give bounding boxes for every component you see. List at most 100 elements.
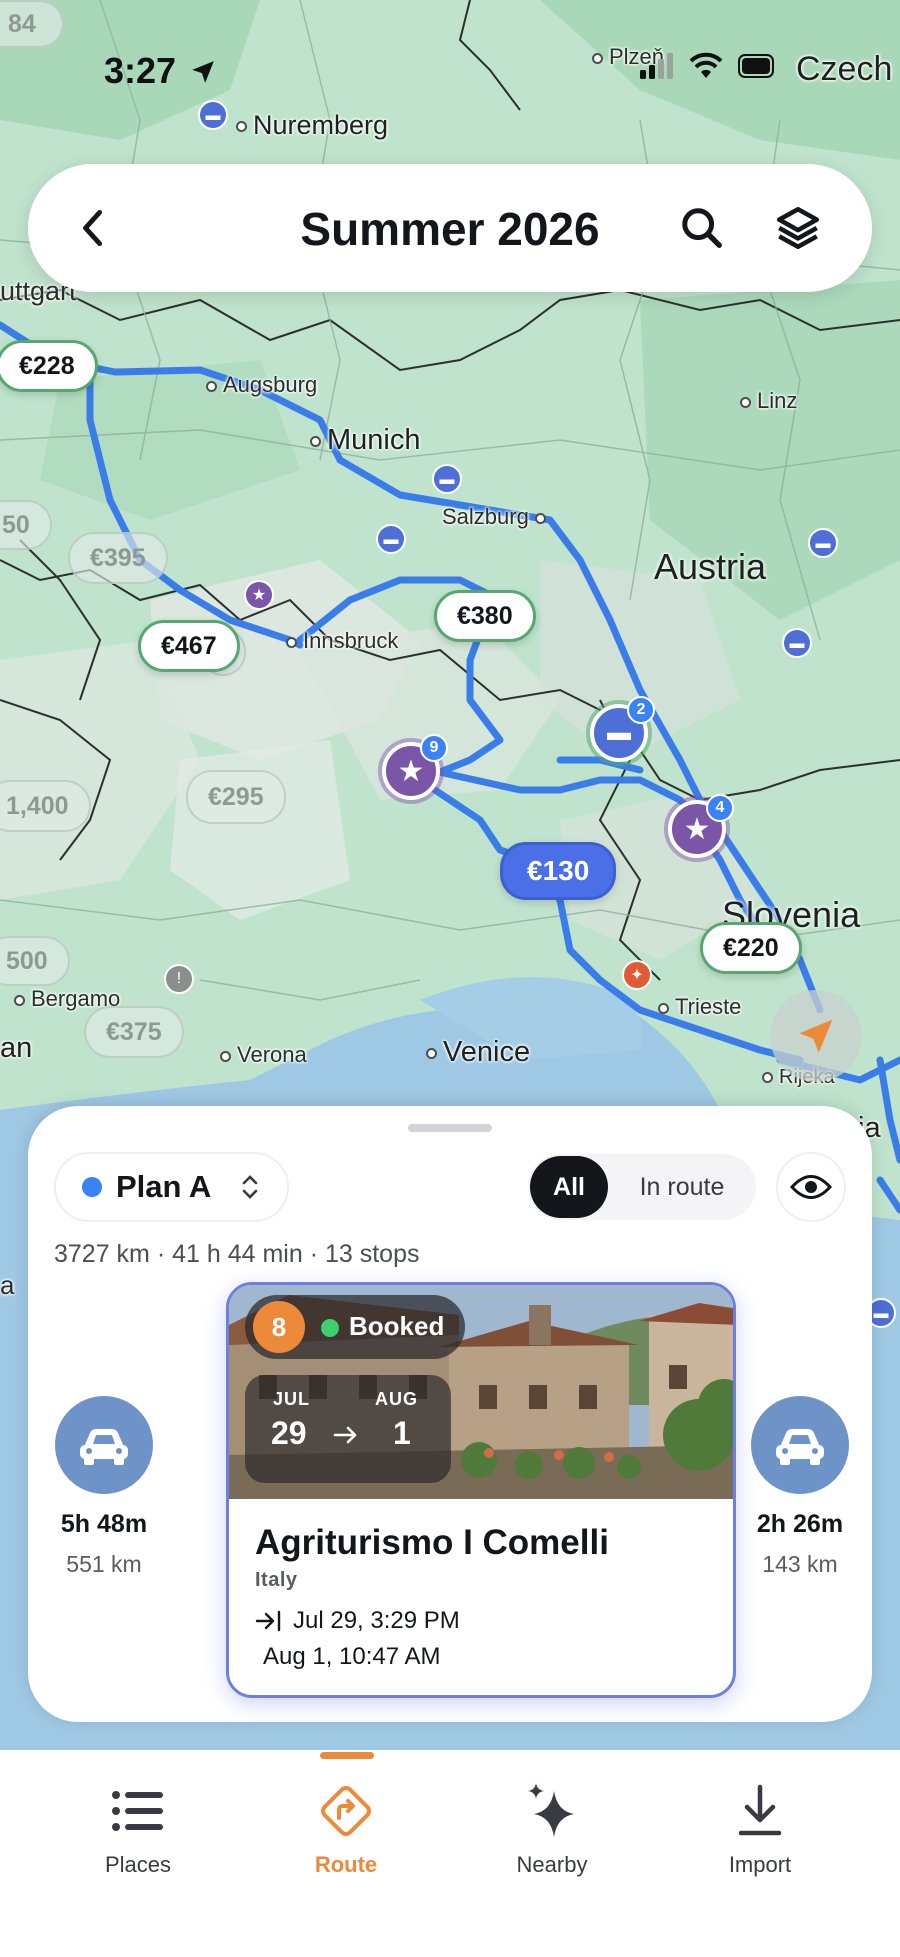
stay-dates: JUL 29 AUG 1 (245, 1375, 451, 1483)
status-time: 3:27 (104, 50, 216, 92)
price-marker[interactable]: €467 (138, 620, 240, 672)
price-marker[interactable]: €380 (434, 590, 536, 642)
trip-summary: 3727 km · 41 h 44 min · 13 stops (54, 1240, 420, 1268)
end-day: 1 (393, 1415, 411, 1451)
bed-icon: ▬ (873, 1304, 889, 1322)
tab-import[interactable]: Import (680, 1778, 840, 1878)
poi-icon: ! (176, 970, 182, 987)
route-icon (321, 1786, 371, 1836)
city-milan-partial[interactable]: an (0, 1032, 32, 1065)
leg-duration: 2h 26m (756, 1510, 844, 1538)
status-bar: 3:27 (0, 0, 900, 120)
location-services-icon (192, 61, 214, 83)
price-marker[interactable]: €220 (700, 922, 802, 974)
price-marker[interactable]: €228 (0, 340, 98, 392)
leg-distance: 143 km (762, 1551, 838, 1577)
price-marker-faded[interactable]: 1,400 (0, 780, 91, 832)
country-label-austria: Austria (654, 546, 767, 587)
leg-distance: 551 km (66, 1551, 142, 1577)
booking-status-text: Booked (349, 1311, 445, 1341)
tab-nearby[interactable]: Nearby (472, 1778, 632, 1878)
start-month: JUL (273, 1389, 311, 1409)
tab-label: Route (314, 1852, 378, 1877)
star-icon: ★ (251, 587, 267, 604)
hotel-pin[interactable]: ▬ (782, 628, 812, 658)
stop-number-badge: 2 (627, 696, 655, 724)
price-marker-faded[interactable]: €395 (68, 532, 168, 584)
price-marker-faded[interactable]: €295 (186, 770, 286, 824)
city-venice[interactable]: Venice (426, 1036, 530, 1069)
city-trieste[interactable]: Trieste (658, 994, 741, 1020)
bed-icon: ▬ (607, 719, 631, 746)
hotel-pin[interactable]: ▬ (432, 464, 462, 494)
tab-bar: Places Route Nearby Import (0, 1750, 900, 1957)
bed-icon: ▬ (439, 470, 455, 488)
city-verona[interactable]: Verona (220, 1042, 307, 1068)
battery-icon (738, 54, 774, 78)
plan-selector[interactable]: Plan A (54, 1152, 290, 1222)
tab-places[interactable]: Places (58, 1778, 218, 1878)
filter-all-button[interactable]: All (530, 1156, 608, 1218)
start-day: 29 (271, 1415, 307, 1451)
hotel-pin[interactable]: ▬ (808, 528, 838, 558)
end-month: AUG (375, 1389, 418, 1409)
drive-leg-previous[interactable]: 5h 48m 551 km (44, 1396, 164, 1578)
booked-status-dot (321, 1319, 339, 1337)
stop-card[interactable]: Booked 8 JUL 29 AUG 1 Agriturismo I Come… (226, 1282, 736, 1698)
city-innsbruck[interactable]: Innsbruck (286, 628, 398, 654)
hotel-pin[interactable]: ▬ (376, 524, 406, 554)
price-marker-faded[interactable]: 50 (0, 500, 52, 550)
sheet-grabber[interactable] (408, 1124, 492, 1132)
chevron-up-down-icon (243, 1175, 258, 1199)
stop-number-badge: 4 (706, 794, 734, 822)
stop-number-badge: 9 (420, 734, 448, 762)
car-icon (55, 1396, 153, 1494)
stop-country: Italy (255, 1569, 298, 1591)
bed-icon: ▬ (815, 534, 831, 552)
city-linz[interactable]: Linz (740, 388, 797, 414)
plan-label: Plan A (116, 1169, 212, 1204)
route-sheet[interactable]: Plan A All In route 3727 km · 41 h 44 mi… (28, 1106, 872, 1722)
stop-name: Agriturismo I Comelli (255, 1523, 609, 1562)
price-marker-faded[interactable]: 500 (0, 936, 70, 986)
city-munich[interactable]: Munich (310, 424, 421, 457)
poi-pin[interactable]: ! (164, 964, 194, 994)
arrow-right-icon (333, 1426, 357, 1444)
map-label-partial: a (0, 1270, 15, 1300)
tab-label: Import (728, 1852, 792, 1877)
wifi-icon (689, 52, 723, 78)
eye-icon (790, 1175, 832, 1199)
car-icon (751, 1396, 849, 1494)
star-icon: ★ (683, 812, 711, 846)
tab-label: Nearby (516, 1852, 588, 1877)
hiker-icon: ✦ (630, 967, 644, 984)
plan-color-dot (82, 1177, 102, 1197)
map-layers-button[interactable] (768, 198, 828, 258)
stop-number: 8 (253, 1301, 305, 1353)
stop-photo: Booked 8 JUL 29 AUG 1 (229, 1285, 733, 1499)
price-marker-selected[interactable]: €130 (500, 842, 617, 900)
locate-me-button[interactable] (770, 990, 862, 1082)
bed-icon: ▬ (789, 634, 805, 652)
stop-filter-segmented-control: All In route (528, 1154, 756, 1220)
tab-label: Places (104, 1852, 172, 1877)
bed-icon: ▬ (383, 530, 399, 548)
search-button[interactable] (672, 198, 732, 258)
cellular-signal-icon (640, 53, 673, 79)
check-in-icon (255, 1610, 281, 1632)
hike-pin[interactable]: ✦ (622, 960, 652, 990)
tab-route[interactable]: Route (266, 1778, 426, 1878)
filter-in-route-button[interactable]: In route (608, 1173, 756, 1202)
city-salzburg[interactable]: Salzburg (442, 504, 546, 530)
city-augsburg[interactable]: Augsburg (206, 372, 317, 398)
location-arrow-icon (799, 1019, 833, 1053)
attraction-pin[interactable]: ★ (244, 580, 274, 610)
visibility-toggle-button[interactable] (776, 1152, 846, 1222)
list-icon (112, 1791, 163, 1831)
leg-duration: 5h 48m (60, 1510, 148, 1538)
drive-leg-next[interactable]: 2h 26m 143 km (740, 1396, 860, 1578)
check-in-time: Jul 29, 3:29 PM (255, 1607, 460, 1635)
price-marker-faded[interactable]: €375 (84, 1006, 184, 1058)
trip-header: Summer 2026 (28, 164, 872, 292)
star-icon: ★ (397, 754, 425, 788)
